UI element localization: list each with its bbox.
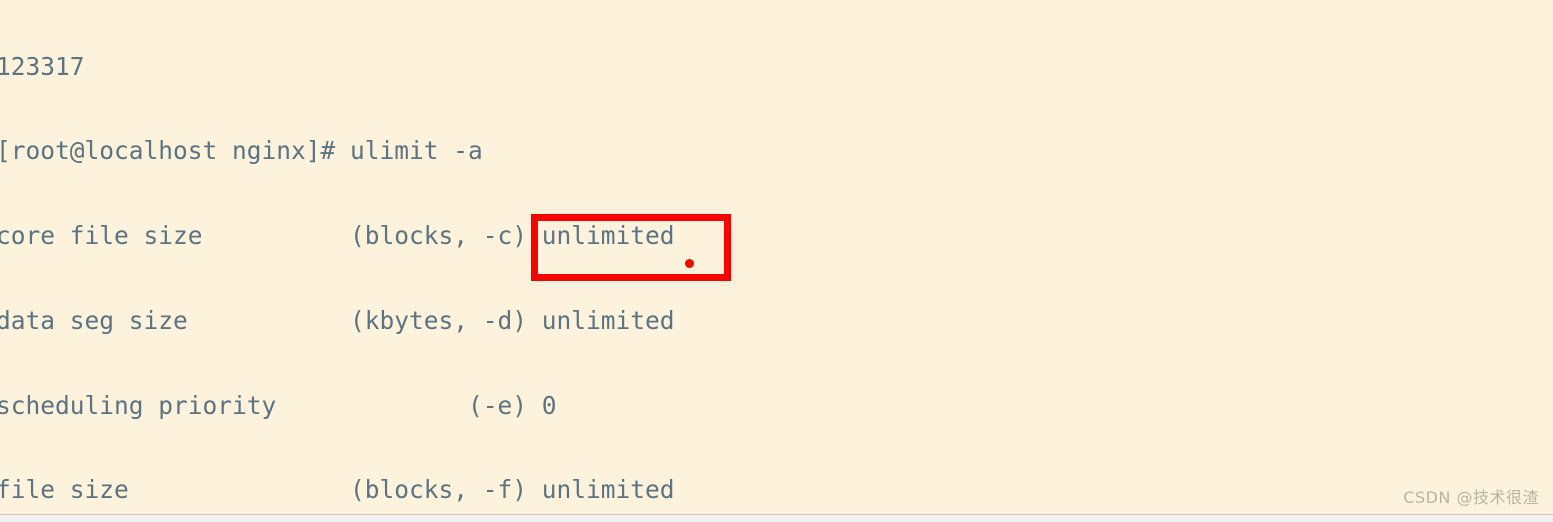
terminal-line: core file size (blocks, -c) unlimited xyxy=(0,221,675,250)
terminal-line: file size (blocks, -f) unlimited xyxy=(0,475,675,505)
terminal-command-line: [root@localhost nginx]# ulimit -a xyxy=(0,136,483,166)
terminal-line: scheduling priority (-e) 0 xyxy=(0,390,557,420)
watermark: CSDN @技术很渣 xyxy=(1403,488,1539,507)
window-bottom-edge xyxy=(0,514,1553,522)
terminal-screenshot: 123317 [root@localhost nginx]# ulimit -a… xyxy=(0,0,1553,522)
terminal-line: data seg size (kbytes, -d) unlimited xyxy=(0,305,675,335)
terminal-output[interactable]: 123317 [root@localhost nginx]# ulimit -a… xyxy=(0,0,1553,522)
terminal-line: 123317 xyxy=(0,51,85,81)
